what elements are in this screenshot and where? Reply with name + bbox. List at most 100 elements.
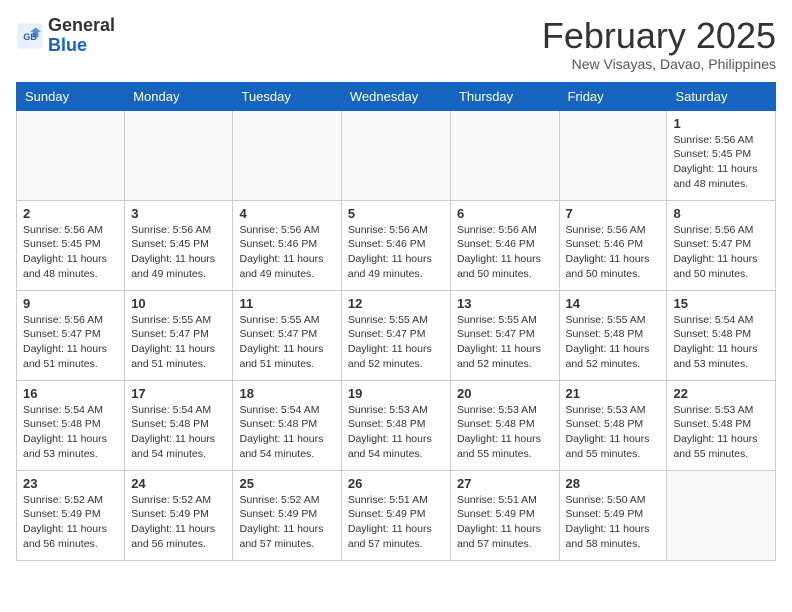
calendar-day-cell: 15 Sunrise: 5:54 AM Sunset: 5:48 PM Dayli… bbox=[667, 290, 776, 380]
logo: GB General Blue bbox=[16, 16, 115, 56]
page-header: GB General Blue February 2025 New Visaya… bbox=[16, 16, 776, 72]
day-number: 4 bbox=[239, 206, 334, 221]
calendar-day-cell: 14Sunrise: 5:55 AM Sunset: 5:48 PM Dayli… bbox=[559, 290, 667, 380]
day-info: Sunrise: 5:54 AM Sunset: 5:48 PM Dayligh… bbox=[239, 403, 334, 462]
day-number: 8 bbox=[673, 206, 769, 221]
calendar-day-cell bbox=[450, 110, 559, 200]
calendar-day-cell bbox=[233, 110, 341, 200]
day-number: 18 bbox=[239, 386, 334, 401]
calendar-day-cell: 8 Sunrise: 5:56 AM Sunset: 5:47 PM Daylig… bbox=[667, 200, 776, 290]
day-number: 3 bbox=[131, 206, 226, 221]
calendar-day-cell: 7 Sunrise: 5:56 AM Sunset: 5:46 PM Daylig… bbox=[559, 200, 667, 290]
day-number: 21 bbox=[566, 386, 661, 401]
location-text: New Visayas, Davao, Philippines bbox=[542, 56, 776, 72]
day-number: 19 bbox=[348, 386, 444, 401]
logo-icon: GB bbox=[16, 22, 44, 50]
day-info: Sunrise: 5:53 AM Sunset: 5:48 PM Dayligh… bbox=[348, 403, 444, 462]
calendar-day-cell: 11 Sunrise: 5:55 AM Sunset: 5:47 PM Dayli… bbox=[233, 290, 341, 380]
day-number: 23 bbox=[23, 476, 118, 491]
calendar-day-cell: 17 Sunrise: 5:54 AM Sunset: 5:48 PM Dayli… bbox=[125, 380, 233, 470]
weekday-header-friday: Friday bbox=[559, 82, 667, 110]
calendar-day-cell: 2 Sunrise: 5:56 AM Sunset: 5:45 PM Daylig… bbox=[17, 200, 125, 290]
day-info: Sunrise: 5:56 AM Sunset: 5:46 PM Dayligh… bbox=[566, 223, 661, 282]
day-info: Sunrise: 5:56 AM Sunset: 5:46 PM Dayligh… bbox=[457, 223, 553, 282]
day-info: Sunrise: 5:56 AM Sunset: 5:47 PM Dayligh… bbox=[23, 313, 118, 372]
day-info: Sunrise: 5:53 AM Sunset: 5:48 PM Dayligh… bbox=[566, 403, 661, 462]
title-block: February 2025 New Visayas, Davao, Philip… bbox=[542, 16, 776, 72]
calendar-week-row: 9 Sunrise: 5:56 AM Sunset: 5:47 PM Daylig… bbox=[17, 290, 776, 380]
calendar-day-cell: 6 Sunrise: 5:56 AM Sunset: 5:46 PM Daylig… bbox=[450, 200, 559, 290]
day-info: Sunrise: 5:56 AM Sunset: 5:45 PM Dayligh… bbox=[673, 133, 769, 192]
day-number: 7 bbox=[566, 206, 661, 221]
day-number: 14 bbox=[566, 296, 661, 311]
day-info: Sunrise: 5:51 AM Sunset: 5:49 PM Dayligh… bbox=[457, 493, 553, 552]
calendar-table: SundayMondayTuesdayWednesdayThursdayFrid… bbox=[16, 82, 776, 561]
day-number: 11 bbox=[239, 296, 334, 311]
calendar-day-cell: 3 Sunrise: 5:56 AM Sunset: 5:45 PM Daylig… bbox=[125, 200, 233, 290]
day-number: 6 bbox=[457, 206, 553, 221]
calendar-day-cell bbox=[667, 470, 776, 560]
weekday-header-monday: Monday bbox=[125, 82, 233, 110]
day-info: Sunrise: 5:53 AM Sunset: 5:48 PM Dayligh… bbox=[457, 403, 553, 462]
calendar-day-cell bbox=[125, 110, 233, 200]
weekday-header-saturday: Saturday bbox=[667, 82, 776, 110]
calendar-day-cell: 23 Sunrise: 5:52 AM Sunset: 5:49 PM Dayli… bbox=[17, 470, 125, 560]
calendar-week-row: 2 Sunrise: 5:56 AM Sunset: 5:45 PM Daylig… bbox=[17, 200, 776, 290]
day-number: 10 bbox=[131, 296, 226, 311]
calendar-day-cell: 4 Sunrise: 5:56 AM Sunset: 5:46 PM Daylig… bbox=[233, 200, 341, 290]
day-number: 12 bbox=[348, 296, 444, 311]
calendar-day-cell: 20Sunrise: 5:53 AM Sunset: 5:48 PM Dayli… bbox=[450, 380, 559, 470]
day-number: 27 bbox=[457, 476, 553, 491]
day-number: 9 bbox=[23, 296, 118, 311]
day-info: Sunrise: 5:52 AM Sunset: 5:49 PM Dayligh… bbox=[239, 493, 334, 552]
day-number: 17 bbox=[131, 386, 226, 401]
day-number: 15 bbox=[673, 296, 769, 311]
calendar-day-cell: 21 Sunrise: 5:53 AM Sunset: 5:48 PM Dayli… bbox=[559, 380, 667, 470]
calendar-day-cell: 12 Sunrise: 5:55 AM Sunset: 5:47 PM Dayli… bbox=[341, 290, 450, 380]
day-number: 13 bbox=[457, 296, 553, 311]
day-info: Sunrise: 5:55 AM Sunset: 5:47 PM Dayligh… bbox=[239, 313, 334, 372]
day-info: Sunrise: 5:52 AM Sunset: 5:49 PM Dayligh… bbox=[23, 493, 118, 552]
day-number: 16 bbox=[23, 386, 118, 401]
calendar-day-cell: 1Sunrise: 5:56 AM Sunset: 5:45 PM Daylig… bbox=[667, 110, 776, 200]
day-info: Sunrise: 5:56 AM Sunset: 5:46 PM Dayligh… bbox=[239, 223, 334, 282]
day-info: Sunrise: 5:54 AM Sunset: 5:48 PM Dayligh… bbox=[673, 313, 769, 372]
calendar-day-cell: 28 Sunrise: 5:50 AM Sunset: 5:49 PM Dayli… bbox=[559, 470, 667, 560]
calendar-week-row: 16 Sunrise: 5:54 AM Sunset: 5:48 PM Dayli… bbox=[17, 380, 776, 470]
calendar-day-cell: 9 Sunrise: 5:56 AM Sunset: 5:47 PM Daylig… bbox=[17, 290, 125, 380]
calendar-day-cell: 10 Sunrise: 5:55 AM Sunset: 5:47 PM Dayli… bbox=[125, 290, 233, 380]
calendar-day-cell bbox=[559, 110, 667, 200]
day-info: Sunrise: 5:54 AM Sunset: 5:48 PM Dayligh… bbox=[131, 403, 226, 462]
weekday-header-thursday: Thursday bbox=[450, 82, 559, 110]
day-info: Sunrise: 5:50 AM Sunset: 5:49 PM Dayligh… bbox=[566, 493, 661, 552]
day-info: Sunrise: 5:56 AM Sunset: 5:47 PM Dayligh… bbox=[673, 223, 769, 282]
calendar-day-cell: 5 Sunrise: 5:56 AM Sunset: 5:46 PM Daylig… bbox=[341, 200, 450, 290]
calendar-week-row: 1Sunrise: 5:56 AM Sunset: 5:45 PM Daylig… bbox=[17, 110, 776, 200]
weekday-header-row: SundayMondayTuesdayWednesdayThursdayFrid… bbox=[17, 82, 776, 110]
calendar-week-row: 23 Sunrise: 5:52 AM Sunset: 5:49 PM Dayli… bbox=[17, 470, 776, 560]
calendar-day-cell: 26Sunrise: 5:51 AM Sunset: 5:49 PM Dayli… bbox=[341, 470, 450, 560]
day-info: Sunrise: 5:55 AM Sunset: 5:47 PM Dayligh… bbox=[131, 313, 226, 372]
day-number: 22 bbox=[673, 386, 769, 401]
day-number: 2 bbox=[23, 206, 118, 221]
calendar-day-cell: 13 Sunrise: 5:55 AM Sunset: 5:47 PM Dayli… bbox=[450, 290, 559, 380]
day-info: Sunrise: 5:52 AM Sunset: 5:49 PM Dayligh… bbox=[131, 493, 226, 552]
day-info: Sunrise: 5:53 AM Sunset: 5:48 PM Dayligh… bbox=[673, 403, 769, 462]
day-info: Sunrise: 5:55 AM Sunset: 5:47 PM Dayligh… bbox=[348, 313, 444, 372]
day-info: Sunrise: 5:56 AM Sunset: 5:45 PM Dayligh… bbox=[131, 223, 226, 282]
day-info: Sunrise: 5:55 AM Sunset: 5:47 PM Dayligh… bbox=[457, 313, 553, 372]
weekday-header-sunday: Sunday bbox=[17, 82, 125, 110]
day-info: Sunrise: 5:54 AM Sunset: 5:48 PM Dayligh… bbox=[23, 403, 118, 462]
day-number: 25 bbox=[239, 476, 334, 491]
calendar-day-cell: 19 Sunrise: 5:53 AM Sunset: 5:48 PM Dayli… bbox=[341, 380, 450, 470]
day-info: Sunrise: 5:56 AM Sunset: 5:45 PM Dayligh… bbox=[23, 223, 118, 282]
calendar-day-cell: 24Sunrise: 5:52 AM Sunset: 5:49 PM Dayli… bbox=[125, 470, 233, 560]
weekday-header-tuesday: Tuesday bbox=[233, 82, 341, 110]
calendar-day-cell: 22 Sunrise: 5:53 AM Sunset: 5:48 PM Dayli… bbox=[667, 380, 776, 470]
day-info: Sunrise: 5:51 AM Sunset: 5:49 PM Dayligh… bbox=[348, 493, 444, 552]
day-number: 28 bbox=[566, 476, 661, 491]
weekday-header-wednesday: Wednesday bbox=[341, 82, 450, 110]
day-number: 5 bbox=[348, 206, 444, 221]
day-info: Sunrise: 5:56 AM Sunset: 5:46 PM Dayligh… bbox=[348, 223, 444, 282]
calendar-day-cell: 18 Sunrise: 5:54 AM Sunset: 5:48 PM Dayli… bbox=[233, 380, 341, 470]
